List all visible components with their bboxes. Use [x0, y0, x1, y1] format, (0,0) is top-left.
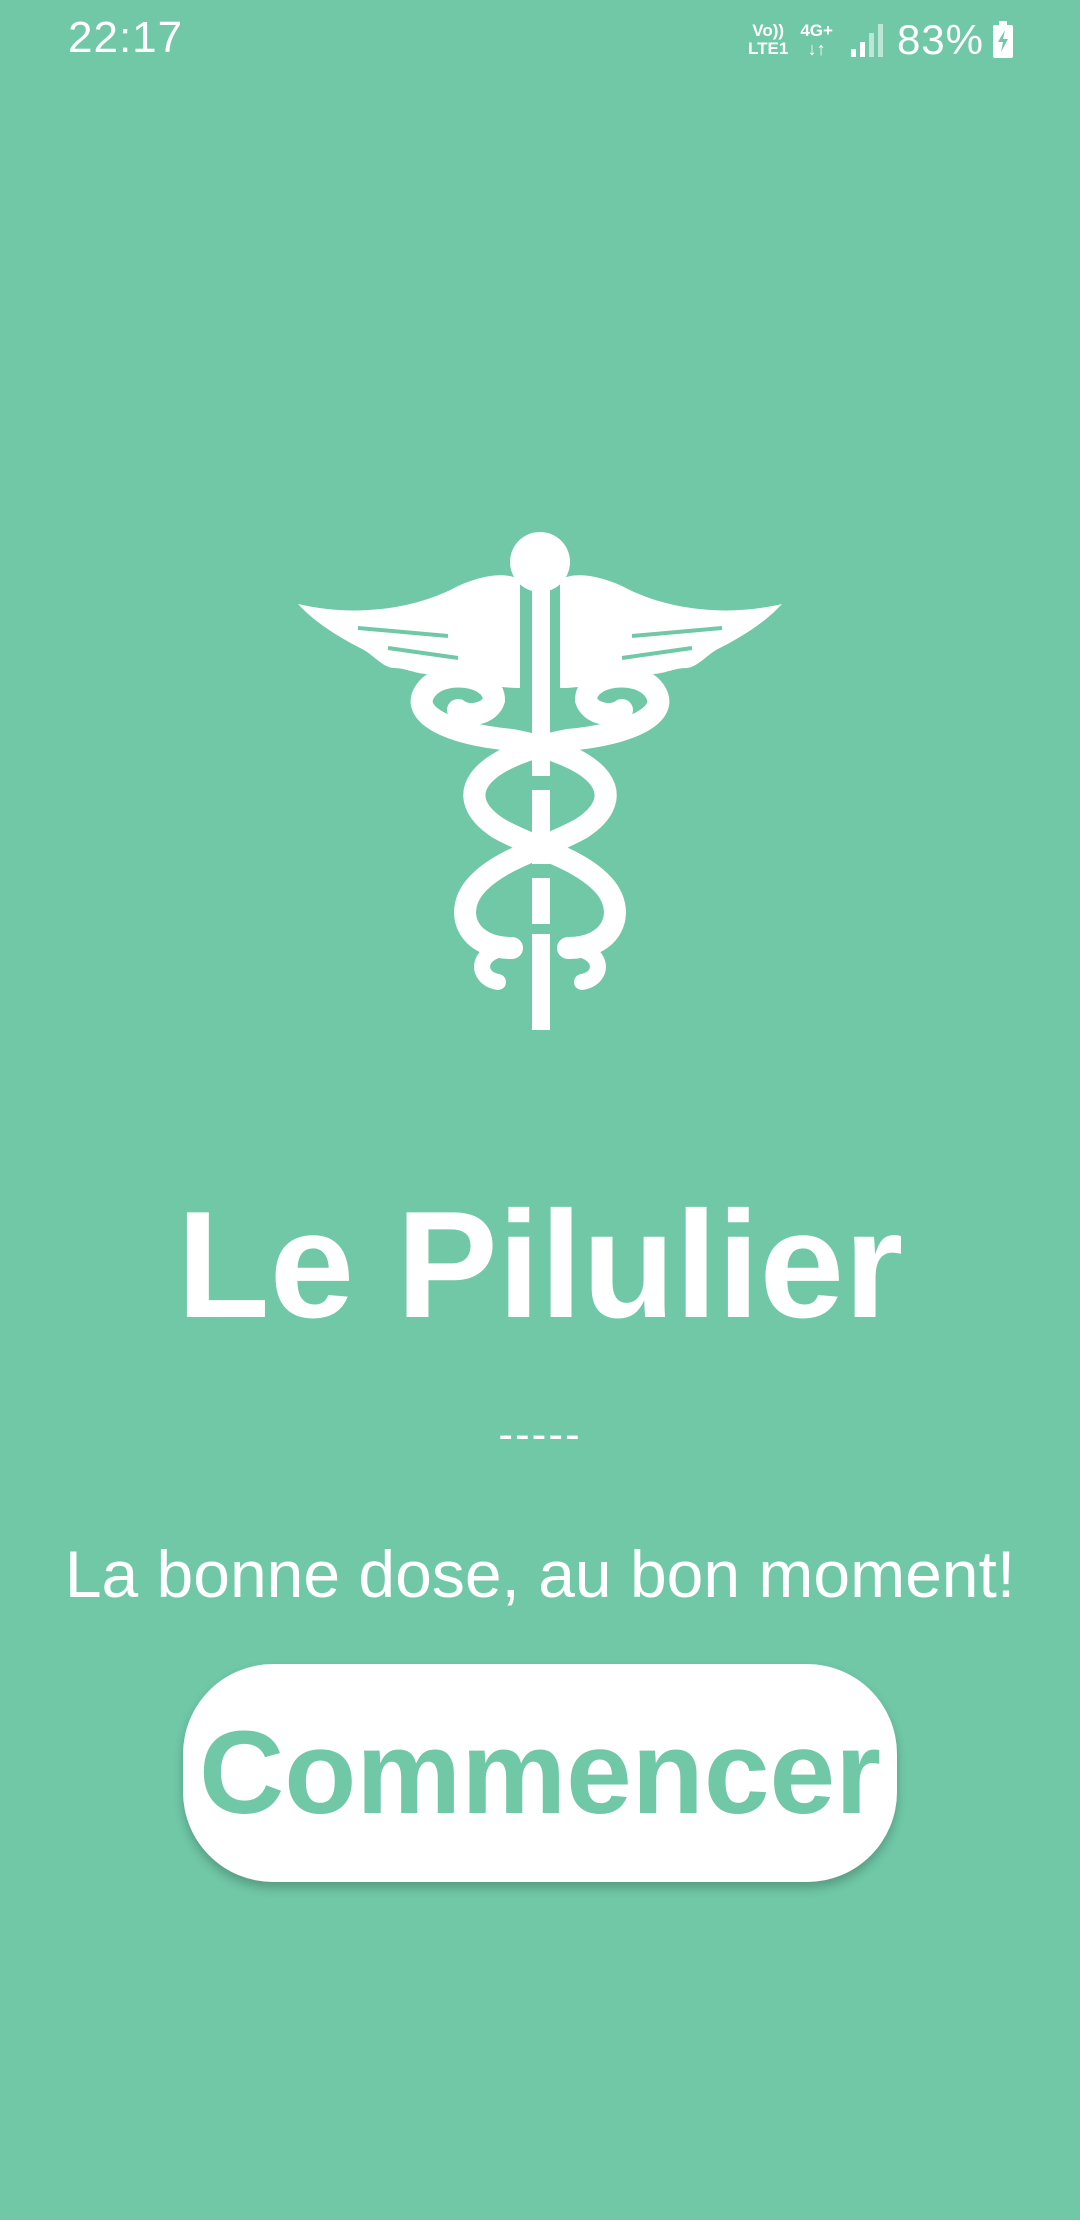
battery-percent: 83% — [896, 16, 984, 63]
status-time: 22:17 — [68, 13, 184, 62]
network-arrows-icon: ↓↑ — [807, 39, 826, 59]
status-bar: 22:17 Vo)) LTE1 4G+ ↓↑ 83% — [0, 0, 1080, 80]
title-divider: ----- — [498, 1410, 582, 1459]
caduceus-icon — [298, 532, 782, 1030]
network-label: 4G+ — [800, 21, 833, 40]
app-title: Le Pilulier — [176, 1180, 904, 1350]
volte-indicator: Vo)) LTE1 — [748, 22, 788, 58]
start-button[interactable]: Commencer — [183, 1664, 897, 1882]
status-indicators: Vo)) LTE1 4G+ ↓↑ 83% — [748, 14, 1014, 66]
volte-label: Vo)) — [752, 21, 785, 40]
app-tagline: La bonne dose, au bon moment! — [64, 1537, 1016, 1611]
battery-charging-icon — [993, 21, 1013, 58]
splash-screen: 22:17 Vo)) LTE1 4G+ ↓↑ 83% Le Pilulier -… — [0, 0, 1080, 2220]
lte-label: LTE1 — [748, 39, 789, 58]
signal-icon — [850, 24, 883, 57]
network-type-indicator: 4G+ ↓↑ — [800, 21, 833, 59]
